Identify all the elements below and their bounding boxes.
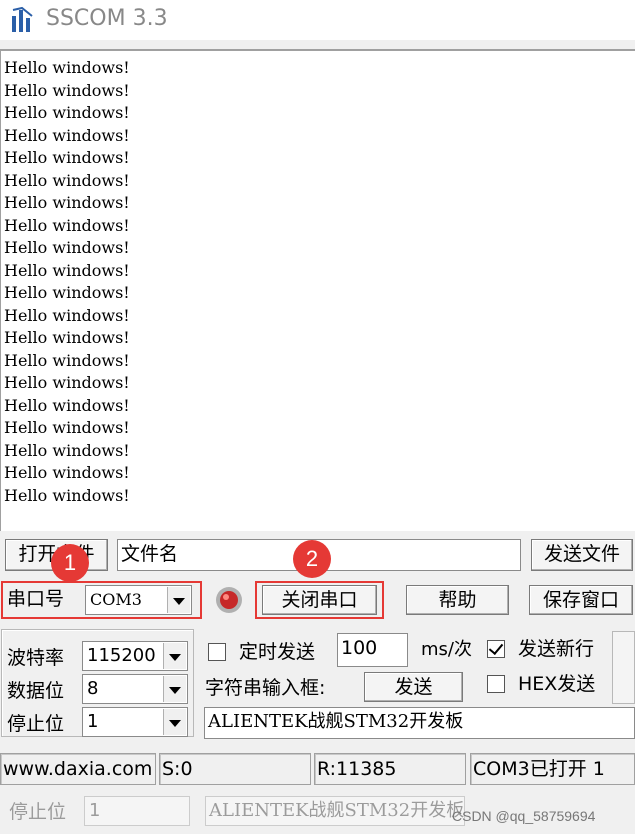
send-newline-checkbox[interactable]	[487, 640, 505, 658]
send-newline-label: 发送新行	[518, 638, 595, 660]
string-input-label: 字符串输入框:	[205, 677, 326, 699]
receive-line: Hello windows!	[4, 305, 130, 325]
stop-bits-select[interactable]: 1	[82, 707, 188, 737]
status-received-count: R:11385	[314, 753, 466, 785]
receive-line: Hello windows!	[4, 463, 130, 482]
receive-line: Hello windows!	[4, 103, 130, 122]
receive-text-area[interactable]: Hello windows! Hello windows! Hello window…	[0, 49, 635, 531]
sscom-logo-icon	[12, 6, 33, 32]
receive-line: Hello windows!	[4, 148, 130, 167]
receive-line: Hello windows!	[4, 418, 130, 437]
receive-line: Hello windows!	[4, 373, 130, 392]
hex-send-label: HEX发送	[518, 673, 596, 695]
chevron-down-icon[interactable]	[167, 587, 190, 613]
port-label: 串口号	[7, 588, 65, 610]
close-port-button[interactable]: 关闭串口	[262, 585, 377, 615]
data-bits-label: 数据位	[7, 680, 65, 702]
receive-line: Hello windows!	[4, 125, 130, 145]
receive-line: Hello windows!	[4, 440, 130, 460]
annotation-badge-2: 2	[293, 540, 331, 578]
receive-line: Hello windows!	[4, 350, 130, 370]
stop-bits-value: 1	[87, 711, 99, 732]
ghost-stop-bits-value: 1	[89, 800, 101, 821]
side-panel-edge	[612, 631, 635, 704]
interval-unit-label: ms/次	[421, 639, 472, 660]
receive-line: Hello windows!	[4, 395, 130, 415]
receive-line: Hello windows!	[4, 193, 130, 212]
receive-line: Hello windows!	[4, 260, 130, 280]
data-bits-select[interactable]: 8	[82, 674, 188, 704]
chevron-down-icon[interactable]	[163, 676, 186, 702]
hex-send-checkbox[interactable]	[487, 675, 505, 693]
save-window-button[interactable]: 保存窗口	[529, 585, 633, 615]
send-file-button[interactable]: 发送文件	[531, 539, 633, 571]
ghost-stop-bits-label: 停止位	[9, 801, 67, 823]
receive-line: Hello windows!	[4, 80, 130, 100]
timed-send-checkbox[interactable]	[208, 643, 226, 661]
receive-line: Hello windows!	[4, 170, 130, 190]
receive-line: Hello windows!	[4, 283, 130, 302]
send-button[interactable]: 发送	[364, 672, 463, 702]
status-sent-count: S:0	[159, 753, 311, 785]
receive-line: Hello windows!	[4, 215, 130, 235]
title-bar: SSCOM 3.3	[0, 0, 635, 40]
chevron-down-icon[interactable]	[163, 709, 186, 735]
annotation-badge-1: 1	[51, 544, 89, 582]
receive-line: Hello windows!	[4, 328, 130, 347]
status-port-state: COM3已打开 1	[470, 753, 635, 785]
port-select-value: COM3	[90, 590, 142, 609]
baud-rate-value: 115200	[87, 645, 156, 666]
window-title: SSCOM 3.3	[46, 6, 168, 31]
ghost-stop-bits-select: 1	[84, 796, 190, 826]
help-button[interactable]: 帮助	[406, 585, 509, 615]
timed-send-label: 定时发送	[239, 641, 316, 663]
csdn-watermark: CSDN @qq_58759694	[452, 808, 596, 824]
chevron-down-icon[interactable]	[163, 643, 186, 669]
port-status-led-icon	[216, 587, 242, 613]
port-select[interactable]: COM3	[85, 585, 192, 615]
ghost-send-text: ALIENTEK战舰STM32开发板	[205, 796, 465, 826]
receive-line: Hello windows!	[4, 485, 130, 505]
interval-input[interactable]: 100	[337, 633, 408, 667]
receive-line: Hello windows!	[4, 238, 130, 257]
receive-line: Hello windows!	[4, 58, 130, 77]
baud-rate-label: 波特率	[7, 647, 65, 669]
stop-bits-label: 停止位	[7, 713, 65, 735]
send-text-input[interactable]: ALIENTEK战舰STM32开发板	[204, 707, 635, 739]
baud-rate-select[interactable]: 115200	[82, 641, 188, 671]
status-website: www.daxia.com	[0, 753, 156, 785]
data-bits-value: 8	[87, 678, 99, 699]
